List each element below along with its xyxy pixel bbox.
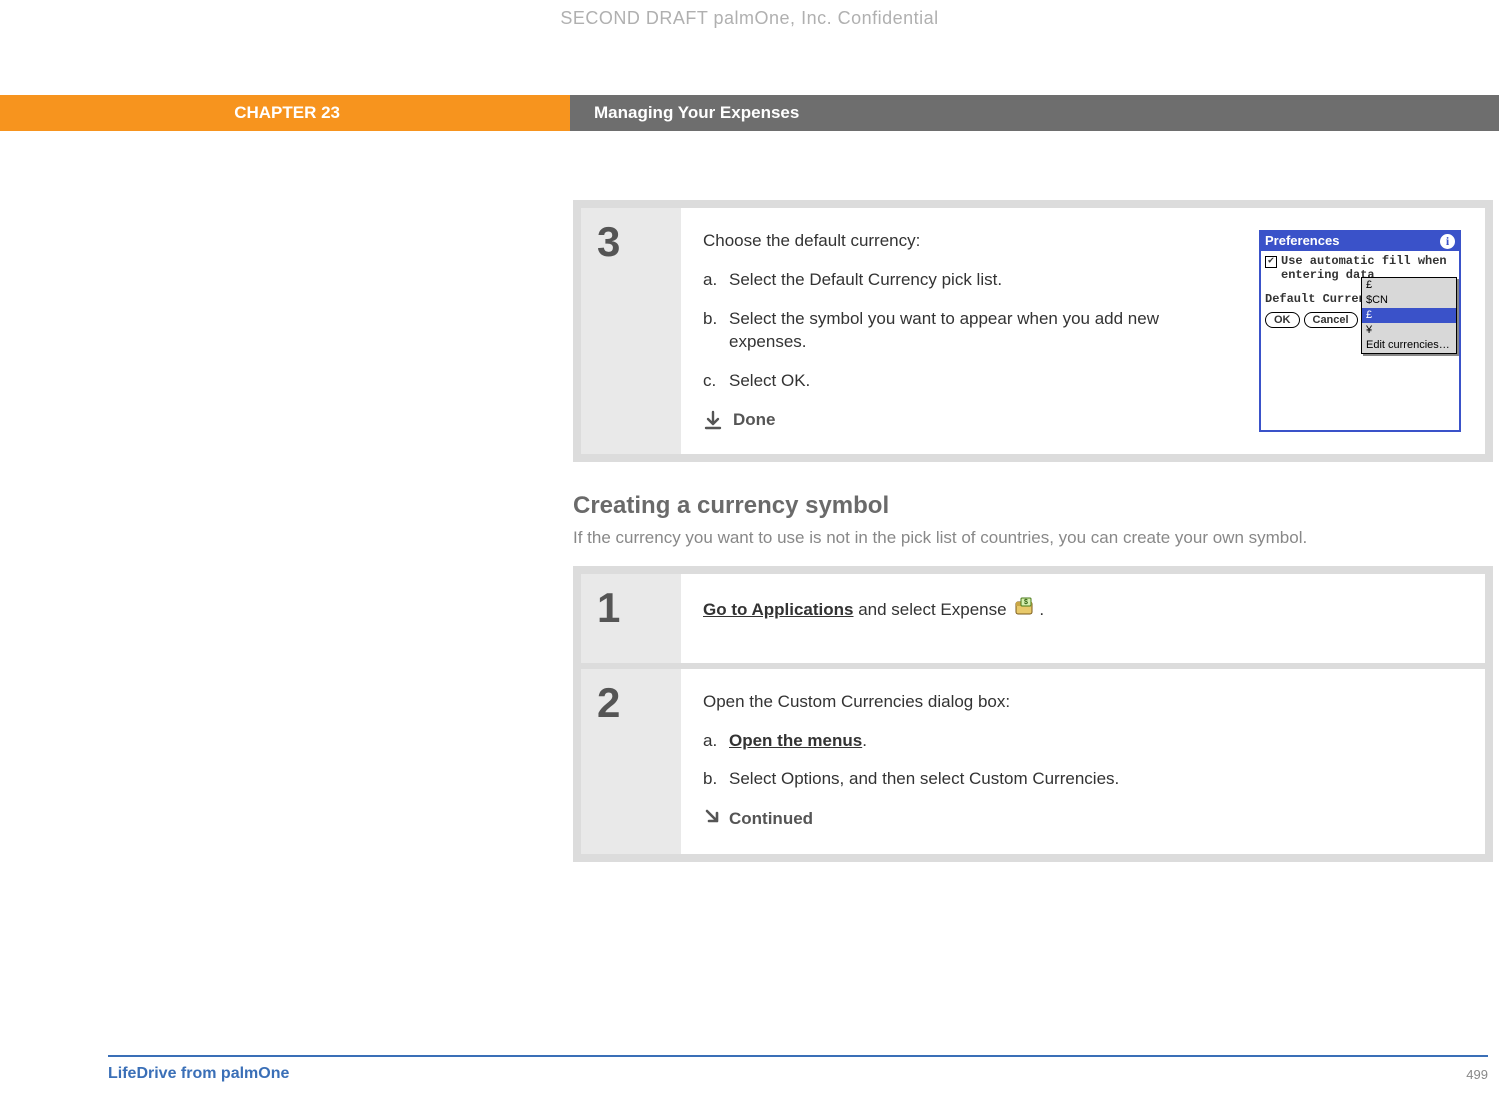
currency-option[interactable]: $CN (1362, 293, 1456, 308)
step2-a-period: . (862, 731, 867, 750)
step3-a-letter: a. (703, 269, 729, 292)
step3-c-text: Select OK. (729, 370, 810, 393)
step3-a-text: Select the Default Currency pick list. (729, 269, 1002, 292)
product-name: LifeDrive from palmOne (108, 1065, 289, 1083)
continued-label: Continued (729, 808, 813, 831)
step-number: 1 (581, 574, 681, 663)
step3-b-text: Select the symbol you want to appear whe… (729, 308, 1235, 354)
step3-c-letter: c. (703, 370, 729, 393)
continued-arrow-icon (703, 807, 721, 832)
done-label: Done (733, 409, 776, 432)
step3-b-letter: b. (703, 308, 729, 354)
section-heading: Creating a currency symbol (573, 492, 1493, 520)
step-card-1-2: 1 Go to Applications and select Expense … (573, 566, 1493, 863)
autofill-checkbox[interactable]: ✔ (1265, 256, 1277, 268)
currency-option[interactable]: £ (1362, 278, 1456, 293)
section-paragraph: If the currency you want to use is not i… (573, 528, 1493, 548)
step2-a-letter: a. (703, 730, 729, 753)
prefs-titlebar: Preferences i (1261, 232, 1459, 251)
cancel-button[interactable]: Cancel (1304, 312, 1358, 328)
ok-button[interactable]: OK (1265, 312, 1300, 328)
open-the-menus-link[interactable]: Open the menus (729, 731, 862, 750)
preferences-dialog-illustration: Preferences i ✔ Use automatic fill when … (1259, 230, 1461, 432)
chapter-title: Managing Your Expenses (570, 95, 1499, 131)
step1-text: Go to Applications and select Expense $ … (703, 596, 1461, 625)
currency-option[interactable]: ¥ (1362, 323, 1456, 338)
svg-text:$: $ (1024, 599, 1028, 606)
chapter-header: CHAPTER 23 Managing Your Expenses (0, 95, 1499, 131)
page-footer: LifeDrive from palmOne 499 (108, 1055, 1488, 1083)
step-number: 2 (581, 669, 681, 855)
chapter-label: CHAPTER 23 (0, 95, 570, 131)
page-number: 499 (1466, 1067, 1488, 1082)
step2-b-text: Select Options, and then select Custom C… (729, 768, 1119, 791)
currency-dropdown[interactable]: £ $CN £ ¥ Edit currencies… (1361, 277, 1457, 354)
step-number: 3 (581, 208, 681, 454)
step-card-3: 3 Choose the default currency: a. Select… (573, 200, 1493, 462)
confidential-watermark: SECOND DRAFT palmOne, Inc. Confidential (0, 8, 1499, 29)
step2-intro: Open the Custom Currencies dialog box: (703, 691, 1461, 714)
go-to-applications-link[interactable]: Go to Applications (703, 600, 853, 619)
currency-option-edit[interactable]: Edit currencies… (1362, 338, 1456, 353)
done-arrow-icon (703, 410, 723, 430)
expense-app-icon: $ (1013, 596, 1037, 625)
prefs-title-text: Preferences (1265, 234, 1339, 249)
step2-b-letter: b. (703, 768, 729, 791)
step1-rest: and select Expense (853, 600, 1011, 619)
currency-option-selected[interactable]: £ (1362, 308, 1456, 323)
step1-period: . (1039, 600, 1044, 619)
info-icon: i (1440, 234, 1455, 249)
step3-intro: Choose the default currency: (703, 230, 1235, 253)
